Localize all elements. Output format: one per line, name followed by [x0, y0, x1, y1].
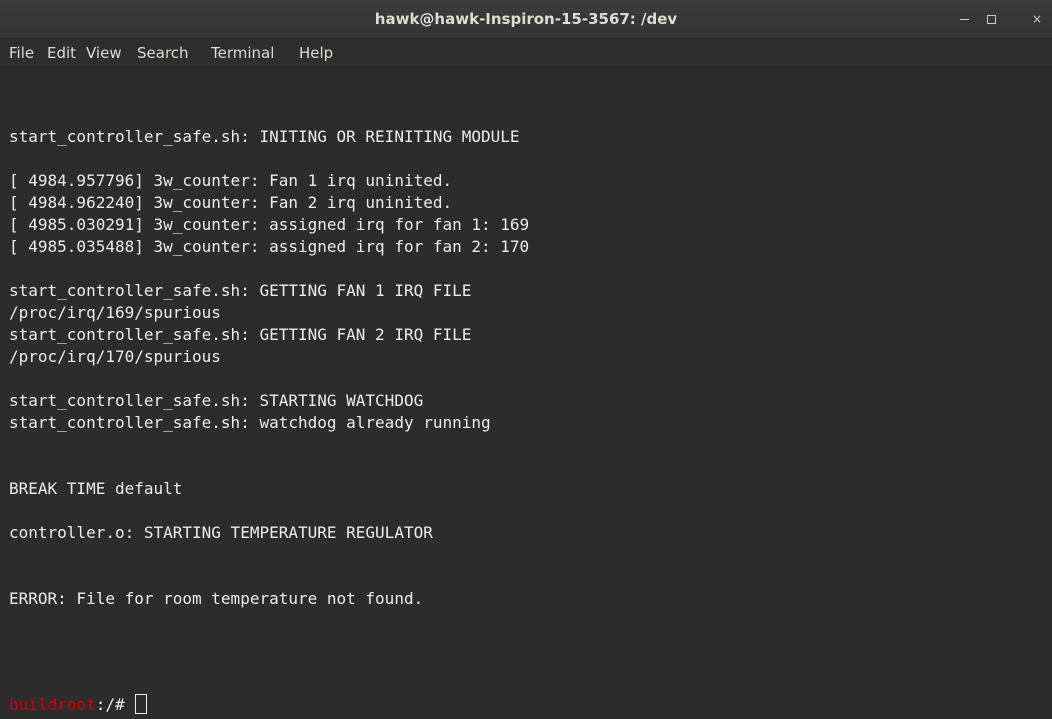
terminal-output: start_controller_safe.sh: INITING OR REI…	[9, 127, 530, 608]
prompt-path: :/#	[95, 695, 135, 714]
menu-file[interactable]: File	[9, 39, 34, 67]
window-title: hawk@hawk-Inspiron-15-3567: /dev	[374, 10, 678, 28]
menu-search[interactable]: Search	[137, 39, 189, 67]
menu-terminal[interactable]: Terminal	[211, 39, 274, 67]
prompt-hostname: buildroot	[9, 695, 96, 714]
menu-view[interactable]: View	[86, 39, 122, 67]
close-button[interactable]: ×	[1026, 9, 1048, 29]
title-bar[interactable]: hawk@hawk-Inspiron-15-3567: /dev ×	[0, 0, 1052, 39]
menu-help[interactable]: Help	[299, 39, 333, 67]
maximize-button[interactable]	[980, 9, 1002, 29]
shell-prompt[interactable]: buildroot:/#	[9, 694, 148, 716]
menu-edit[interactable]: Edit	[47, 39, 76, 67]
maximize-icon	[987, 15, 996, 24]
terminal-area[interactable]: start_controller_safe.sh: INITING OR REI…	[0, 68, 1052, 719]
minimize-button[interactable]	[954, 9, 976, 29]
close-icon: ×	[1031, 12, 1043, 26]
text-cursor	[135, 694, 148, 714]
terminal-window: hawk@hawk-Inspiron-15-3567: /dev × File …	[0, 0, 1052, 719]
minimize-icon	[960, 19, 969, 20]
menu-bar: File Edit View Search Terminal Help	[0, 39, 1052, 68]
